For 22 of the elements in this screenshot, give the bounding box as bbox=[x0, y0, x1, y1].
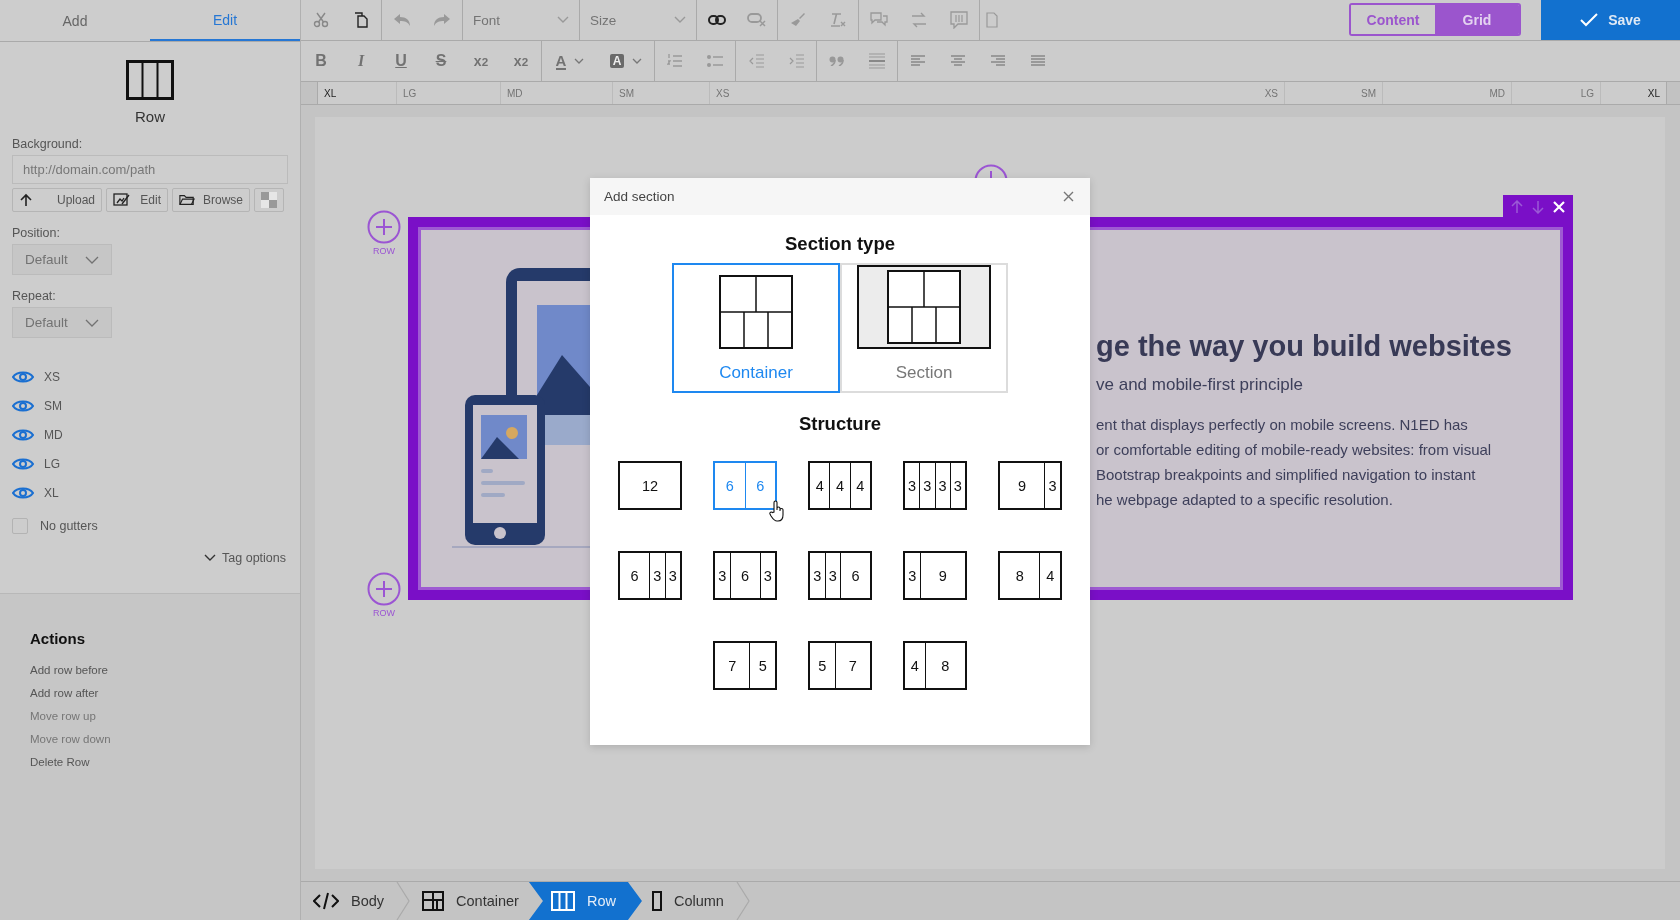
hero-heading: ge the way you build websites bbox=[1096, 330, 1512, 363]
hero-subheading: ve and mobile-first principle bbox=[1096, 375, 1304, 395]
actions-title: Actions bbox=[30, 630, 86, 647]
dialog-title: Add section bbox=[604, 189, 675, 204]
field-label: Position: bbox=[12, 226, 61, 240]
add-row-label: ROW bbox=[373, 608, 395, 618]
field-label: Background: bbox=[12, 137, 84, 151]
hero-text-line: he webpage adapted to a specific resolution. bbox=[1096, 490, 1394, 509]
hero-text-line: or comfortable editing of mobile-ready websites: from visual bbox=[1096, 440, 1493, 459]
field-label: Repeat: bbox=[12, 289, 57, 303]
hero-text-line: Bootstrap breakpoints and simplified navigation to instant bbox=[1096, 465, 1477, 484]
section-type-heading: Section type bbox=[785, 233, 895, 255]
breakpoint-label: XL bbox=[44, 486, 59, 500]
add-row-label: ROW bbox=[373, 246, 395, 256]
breakpoint-label: MD bbox=[44, 428, 63, 442]
hero-text-line: ent that displays perfectly on mobile screens. N1ED has bbox=[1096, 415, 1469, 434]
breakpoint-label: XS bbox=[44, 370, 60, 384]
breakpoint-label: SM bbox=[44, 399, 62, 413]
checkbox-label: No gutters bbox=[40, 519, 98, 533]
element-label: Row bbox=[135, 108, 165, 125]
breakpoint-label: LG bbox=[44, 457, 60, 471]
structure-heading: Structure bbox=[798, 413, 882, 435]
